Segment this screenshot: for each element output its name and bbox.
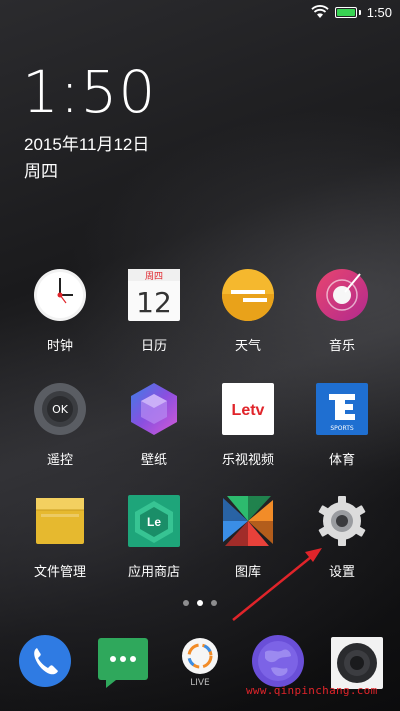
app-label: 时钟 <box>46 338 73 353</box>
page-dot[interactable] <box>211 600 217 606</box>
remote-icon: OK <box>34 383 86 435</box>
page-indicator[interactable] <box>0 600 400 606</box>
live-label: LIVE <box>190 678 210 688</box>
settings-icon <box>318 496 366 546</box>
app-letv-video[interactable]: Letv 乐视视频 <box>200 382 296 468</box>
calendar-weekday: 周四 <box>145 271 163 282</box>
clock-time[interactable]: 1:50 <box>22 58 156 126</box>
app-label: 体育 <box>328 452 355 467</box>
clock-icon <box>34 269 86 321</box>
watermark: www.qinpinchang.com <box>246 684 378 697</box>
clock-date[interactable]: 2015年11月12日 <box>24 130 149 155</box>
clock-weekday[interactable]: 周四 <box>24 157 58 182</box>
gallery-icon <box>223 496 273 546</box>
messages-icon[interactable] <box>96 636 150 690</box>
app-file-manager[interactable]: 文件管理 <box>12 494 108 580</box>
app-gallery[interactable]: 图库 <box>200 494 296 580</box>
phone-icon[interactable] <box>18 634 72 688</box>
letv-logo: Letv <box>232 402 265 419</box>
app-label: 壁纸 <box>140 452 167 467</box>
app-label: 乐视视频 <box>221 452 274 467</box>
status-bar: 1:50 <box>0 0 400 24</box>
browser-icon[interactable] <box>251 634 305 688</box>
folder-icon <box>36 498 84 544</box>
app-wallpaper[interactable]: 壁纸 <box>106 382 202 468</box>
letv-video-icon: Letv <box>222 383 274 435</box>
app-label: 文件管理 <box>33 564 86 579</box>
app-store[interactable]: Le 应用商店 <box>106 494 202 580</box>
weather-icon <box>222 269 274 321</box>
app-label: 遥控 <box>46 452 73 467</box>
app-label: 日历 <box>140 338 167 353</box>
app-label: 音乐 <box>328 338 355 353</box>
live-app[interactable]: LIVE <box>173 634 227 688</box>
page-dot-active[interactable] <box>197 600 203 606</box>
app-music[interactable]: 音乐 <box>294 268 390 354</box>
page-dot[interactable] <box>183 600 189 606</box>
remote-ok-label: OK <box>52 403 69 416</box>
app-clock[interactable]: 时钟 <box>12 268 108 354</box>
status-time: 1:50 <box>366 4 392 20</box>
store-logo: Le <box>147 515 161 529</box>
live-icon: LIVE <box>182 638 218 688</box>
battery-icon <box>334 6 357 18</box>
app-settings[interactable]: 设置 <box>294 494 390 580</box>
calendar-day: 12 <box>136 286 172 319</box>
app-label: 图库 <box>234 564 261 579</box>
sports-icon: SPORTS <box>316 383 368 435</box>
app-weather[interactable]: 天气 <box>200 268 296 354</box>
sports-sub: SPORTS <box>330 425 354 432</box>
music-icon <box>316 269 368 321</box>
camera-icon[interactable] <box>330 636 384 690</box>
app-remote[interactable]: OK 遥控 <box>12 382 108 468</box>
wifi-icon <box>311 5 329 18</box>
wallpaper-icon <box>131 383 177 435</box>
app-label: 应用商店 <box>127 564 180 579</box>
calendar-icon: 周四 12 <box>128 269 180 321</box>
app-label: 天气 <box>234 338 261 353</box>
app-calendar[interactable]: 周四 12 日历 <box>106 268 202 354</box>
app-label: 设置 <box>328 564 355 579</box>
app-sports[interactable]: SPORTS 体育 <box>294 382 390 468</box>
app-store-icon: Le <box>128 495 180 547</box>
